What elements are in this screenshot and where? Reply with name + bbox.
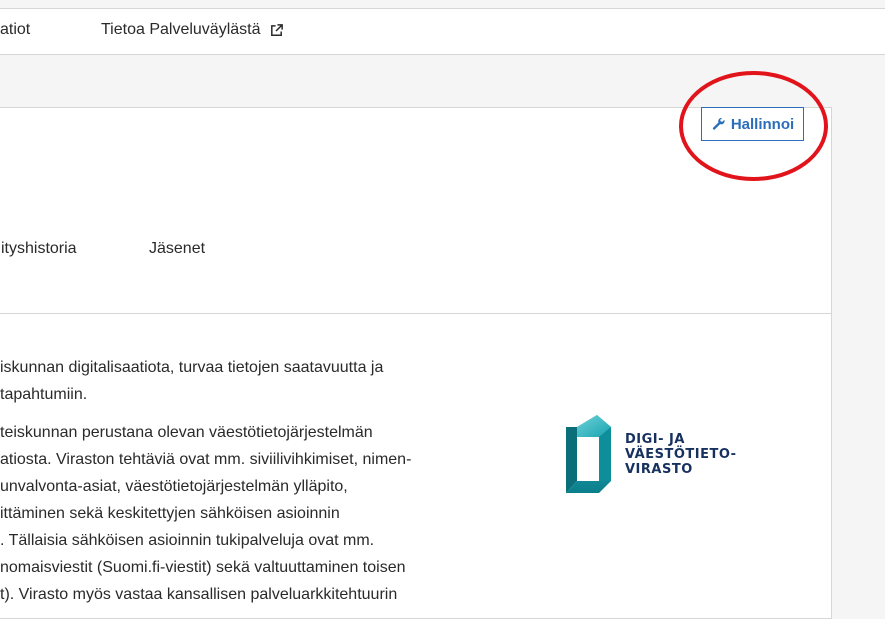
text-line: t). Virasto myös vastaa kansallisen palv… xyxy=(0,586,398,603)
logo-wordmark: DIGI- JA VÄESTÖTIETO- VIRASTO xyxy=(625,432,737,477)
text-line: nomaisviestit (Suomi.fi-viestit) sekä va… xyxy=(0,559,406,576)
tabs-divider xyxy=(0,313,831,314)
logo-line: DIGI- JA xyxy=(625,431,685,447)
text-line: iskunnan digitalisaatiota, turvaa tietoj… xyxy=(0,359,384,376)
text-line: unvalvonta-asiat, väestötietojärjestelmä… xyxy=(0,478,348,495)
logo-line: VIRASTO xyxy=(625,461,693,477)
text-line: tapahtumiin. xyxy=(0,386,88,403)
tab-members[interactable]: Jäsenet xyxy=(149,240,205,258)
description-paragraph-1: iskunnan digitalisaatiota, turvaa tietoj… xyxy=(0,354,445,408)
text-line: atiosta. Viraston tehtäviä ovat mm. sivi… xyxy=(0,451,412,468)
description-paragraph-2: teiskunnan perustana olevan väestötietoj… xyxy=(0,419,445,608)
nav-item-about-label: Tietoa Palveluväylästä xyxy=(101,21,261,38)
text-line: teiskunnan perustana olevan väestötietoj… xyxy=(0,424,373,441)
wrench-icon xyxy=(712,117,725,130)
manage-button-label: Hallinnoi xyxy=(730,115,795,133)
external-link-icon xyxy=(270,23,283,36)
nav-item-about[interactable]: Tietoa Palveluväylästä xyxy=(101,21,284,39)
text-line: ittäminen sekä keskitettyjen sähköisen a… xyxy=(0,505,340,522)
organization-logo: DIGI- JA VÄESTÖTIETO- VIRASTO xyxy=(563,413,737,495)
manage-button[interactable]: Hallinnoi xyxy=(701,107,804,141)
text-line: . Tällaisia sähköisen asioinnin tukipalv… xyxy=(0,532,375,549)
logo-line: VÄESTÖTIETO- xyxy=(625,446,737,462)
top-navigation: atiot Tietoa Palveluväylästä xyxy=(0,8,885,55)
tab-history[interactable]: ityshistoria xyxy=(1,240,77,258)
dvv-logo-mark-icon xyxy=(566,415,611,493)
nav-item-partial[interactable]: atiot xyxy=(0,21,30,39)
